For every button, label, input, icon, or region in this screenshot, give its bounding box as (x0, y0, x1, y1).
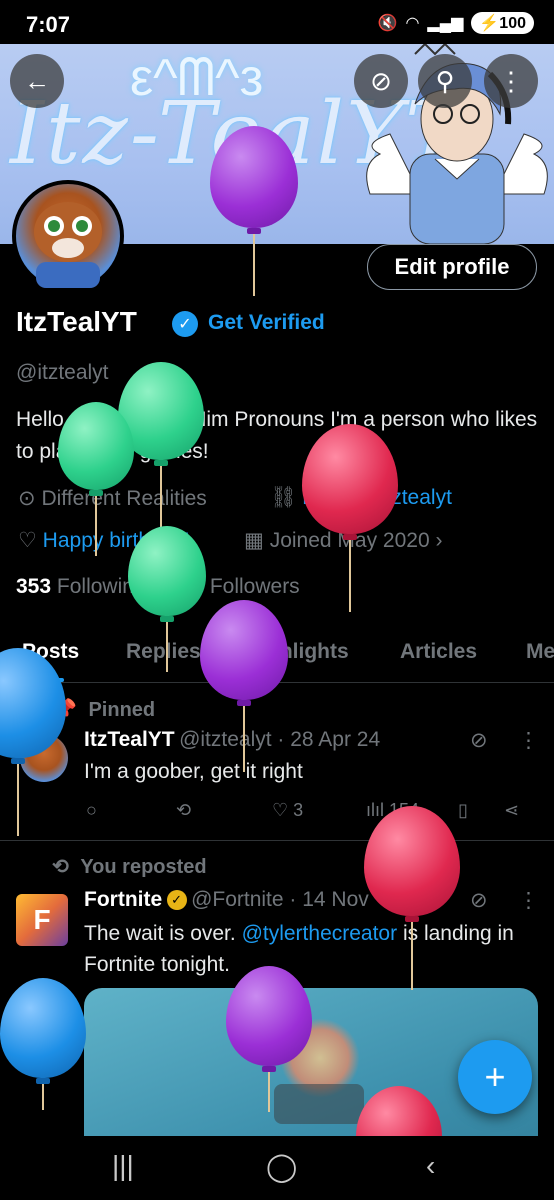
verified-badge-icon: ✓ (172, 311, 198, 337)
profile-avatar[interactable] (12, 180, 124, 292)
share-icon: ⋖ (504, 800, 520, 820)
like-button[interactable]: ♡ 3 (272, 800, 303, 821)
signal-icon: ▂▄▆ (427, 15, 464, 32)
following-count: 353 (16, 575, 52, 598)
repost-meta: @Fortnite · 14 Nov (191, 888, 369, 911)
edit-profile-button[interactable]: Edit profile (367, 244, 537, 290)
repost-icon: ⟲ (52, 856, 69, 878)
sync-button[interactable]: ⊘ (354, 54, 408, 108)
sync-off-icon: ⊘ (470, 889, 488, 912)
repost-author-name[interactable]: Fortnite (84, 888, 162, 911)
repost-header: Fortnite ✓ @Fortnite · 14 Nov (84, 888, 369, 912)
wifi-icon: ◠ (405, 15, 420, 32)
reply-button[interactable]: ○ (86, 800, 97, 821)
repost-icon: ⟲ (176, 800, 192, 820)
search-button[interactable]: ⚲ (418, 54, 472, 108)
sync-off-icon: ⊘ (370, 65, 392, 96)
calendar-icon: ▦ (244, 529, 264, 552)
system-nav-bar: ||| ◯ ‹ (0, 1136, 554, 1200)
location-pin-icon: ⊙ (18, 487, 36, 510)
post-meta: @itztealyt · 28 Apr 24 (179, 728, 381, 751)
status-icons: 🔇 ◠ ▂▄▆ ⚡100 (378, 12, 534, 34)
post-divider (0, 840, 554, 841)
mention-link[interactable]: @tylerthecreator (242, 922, 398, 945)
balloon-icon: ♡ (18, 529, 37, 552)
reply-icon: ○ (86, 800, 97, 820)
link-icon: ⛓ (270, 486, 297, 509)
mute-icon: 🔇 (377, 15, 398, 32)
post-more-button[interactable]: ⋮ (518, 728, 539, 753)
profile-handle: @itztealyt (16, 361, 109, 384)
tab-replies[interactable]: Replies (126, 640, 201, 664)
share-button[interactable]: ⋖ (504, 800, 519, 821)
bookmark-icon: ▯ (458, 800, 468, 820)
location-text: Different Realities (41, 487, 207, 510)
chevron-right-icon: › (435, 529, 443, 552)
followers-label: Followers (209, 575, 300, 598)
fortnite-avatar[interactable]: F (16, 894, 68, 946)
more-vertical-icon: ⋮ (498, 65, 524, 96)
get-verified-link[interactable]: Get Verified (208, 311, 325, 335)
pinned-label: Pinned (88, 699, 156, 721)
post-author-name[interactable]: ItzTealYT (84, 728, 175, 751)
sync-off-icon: ⊘ (470, 729, 488, 752)
heart-icon: ♡ (272, 800, 289, 820)
location-row: ⊙ Different Realities (18, 486, 207, 511)
tab-more[interactable]: Me (526, 640, 554, 664)
following-link[interactable]: 353 Following (16, 575, 146, 598)
back-nav-button[interactable]: ‹ (426, 1150, 435, 1182)
status-time: 7:07 (26, 12, 71, 37)
repost-button[interactable]: ⟲ (176, 800, 191, 821)
post-text: I'm a goober, get it right (84, 760, 303, 783)
battery-indicator: ⚡100 (471, 12, 534, 34)
plus-icon: + (484, 1056, 506, 1097)
status-bar: 7:07 🔇 ◠ ▂▄▆ ⚡100 (0, 0, 554, 44)
recents-button[interactable]: ||| (112, 1150, 134, 1182)
views-icon: ılıl (366, 800, 384, 820)
avatar-art (34, 202, 102, 288)
compose-button[interactable]: + (458, 1040, 532, 1114)
profile-name: ItzTealYT (16, 306, 137, 337)
reposted-label: You reposted (80, 856, 207, 878)
more-options-button[interactable]: ⋮ (484, 54, 538, 108)
gold-verified-icon: ✓ (166, 890, 187, 910)
repost-text: The wait is over. @tylerthecreator is la… (84, 918, 524, 980)
search-icon: ⚲ (435, 65, 455, 96)
reposted-row: ⟲ You reposted (52, 854, 207, 879)
tab-articles[interactable]: Articles (400, 640, 477, 664)
battery-level: 100 (499, 15, 526, 32)
like-count: 3 (293, 800, 304, 820)
bookmark-button[interactable]: ▯ (458, 800, 468, 821)
repost-more-button[interactable]: ⋮ (518, 888, 539, 913)
back-arrow-icon: ← (24, 65, 50, 96)
media-blur-object (274, 1084, 364, 1124)
home-button[interactable]: ◯ (266, 1150, 297, 1183)
pinned-post-header: ItzTealYT @itztealyt · 28 Apr 24 (84, 728, 380, 752)
back-button[interactable]: ← (10, 54, 64, 108)
banner-art-crown: ε^ᗰ^з (130, 49, 264, 107)
pinned-row: 📌 Pinned (52, 697, 155, 722)
repost-text-start: The wait is over. (84, 922, 242, 945)
